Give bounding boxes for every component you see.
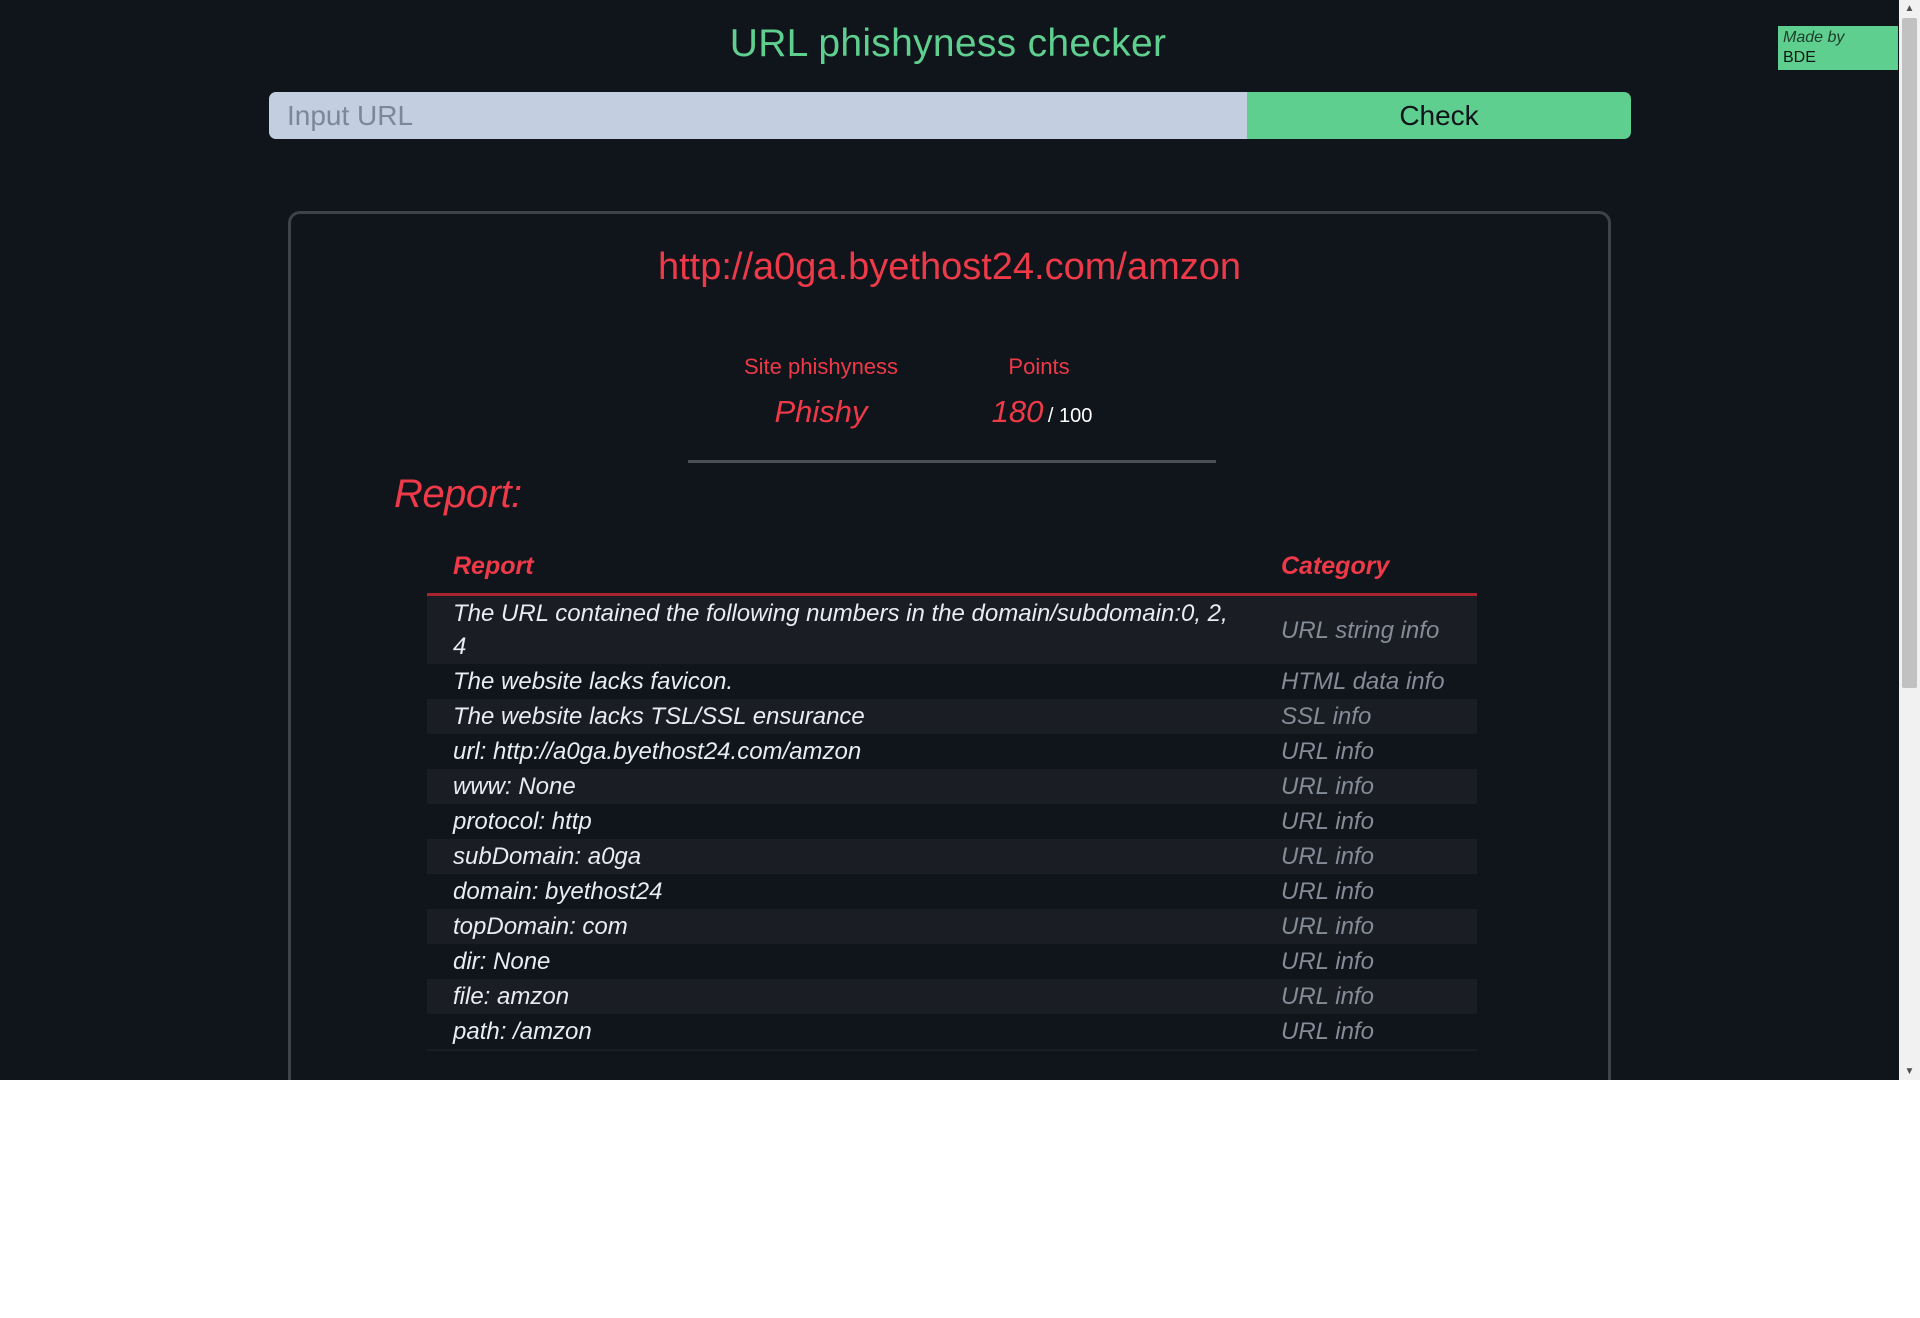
table-row: domain: byethost24 URL info xyxy=(427,874,1477,909)
scroll-up-arrow-icon[interactable]: ▲ xyxy=(1899,0,1920,17)
report-heading: Report: xyxy=(394,472,522,516)
phishyness-value: Phishy xyxy=(774,394,868,429)
table-row xyxy=(427,1049,1477,1051)
table-row: url: http://a0ga.byethost24.com/amzon UR… xyxy=(427,734,1477,769)
category-cell: URL info xyxy=(1255,839,1477,874)
url-input[interactable] xyxy=(269,92,1247,139)
report-table-body: The URL contained the following numbers … xyxy=(427,594,1477,1051)
report-cell: domain: byethost24 xyxy=(427,874,1255,909)
scrollbar-thumb[interactable] xyxy=(1902,18,1917,688)
browser-viewport: URL phishyness checker Made by BDE Check… xyxy=(0,0,1920,1080)
report-table-header: Report Category xyxy=(427,539,1477,596)
table-row: file: amzon URL info xyxy=(427,979,1477,1014)
scroll-down-arrow-icon[interactable]: ▼ xyxy=(1899,1063,1920,1080)
report-cell: topDomain: com xyxy=(427,909,1255,944)
report-cell: The website lacks TSL/SSL ensurance xyxy=(427,699,1255,734)
category-cell: URL info xyxy=(1255,1014,1477,1049)
points-value: 180 / 100 xyxy=(962,394,1122,430)
points-max: / 100 xyxy=(1047,405,1093,427)
table-row: The website lacks favicon. HTML data inf… xyxy=(427,664,1477,699)
column-header-category: Category xyxy=(1255,539,1477,596)
report-cell: path: /amzon xyxy=(427,1014,1255,1049)
category-cell: URL info xyxy=(1255,909,1477,944)
vertical-scrollbar[interactable]: ▲ ▼ xyxy=(1899,0,1920,1080)
made-by-badge: Made by BDE xyxy=(1778,26,1898,70)
table-row: The website lacks TSL/SSL ensurance SSL … xyxy=(427,699,1477,734)
report-cell: dir: None xyxy=(427,944,1255,979)
table-row: subDomain: a0ga URL info xyxy=(427,839,1477,874)
category-cell: URL info xyxy=(1255,769,1477,804)
made-by-label: Made by xyxy=(1783,29,1845,46)
report-cell: url: http://a0ga.byethost24.com/amzon xyxy=(427,734,1255,769)
category-cell: URL info xyxy=(1255,734,1477,769)
phishyness-label: Site phishyness xyxy=(743,354,899,379)
table-row: The URL contained the following numbers … xyxy=(427,594,1477,664)
table-row: protocol: http URL info xyxy=(427,804,1477,839)
points-number: 180 xyxy=(991,394,1044,429)
check-button[interactable]: Check xyxy=(1247,92,1631,139)
report-cell: The URL contained the following numbers … xyxy=(427,594,1255,664)
table-row: www: None URL info xyxy=(427,769,1477,804)
table-row: path: /amzon URL info xyxy=(427,1014,1477,1049)
result-card: http://a0ga.byethost24.com/amzon Site ph… xyxy=(288,211,1611,1080)
report-cell: subDomain: a0ga xyxy=(427,839,1255,874)
category-cell: URL info xyxy=(1255,944,1477,979)
made-by-name: BDE xyxy=(1783,49,1816,66)
report-cell: The website lacks favicon. xyxy=(427,664,1255,699)
search-bar: Check xyxy=(269,92,1631,139)
category-cell: HTML data info xyxy=(1255,664,1477,699)
report-cell: protocol: http xyxy=(427,804,1255,839)
table-row: dir: None URL info xyxy=(427,944,1477,979)
category-cell: SSL info xyxy=(1255,699,1477,734)
page-title: URL phishyness checker xyxy=(729,22,1167,65)
category-cell: URL string info xyxy=(1255,594,1477,664)
category-cell: URL info xyxy=(1255,804,1477,839)
category-cell: URL info xyxy=(1255,979,1477,1014)
column-header-report: Report xyxy=(427,539,1255,596)
report-cell: file: amzon xyxy=(427,979,1255,1014)
table-row: topDomain: com URL info xyxy=(427,909,1477,944)
report-cell: www: None xyxy=(427,769,1255,804)
points-label: Points xyxy=(1008,354,1070,379)
checked-url: http://a0ga.byethost24.com/amzon xyxy=(657,246,1242,288)
report-table: Report Category The URL contained the fo… xyxy=(427,539,1477,1051)
category-cell: URL info xyxy=(1255,874,1477,909)
report-cell xyxy=(427,1049,1255,1051)
stats-divider xyxy=(688,460,1216,463)
category-cell xyxy=(1255,1049,1477,1051)
